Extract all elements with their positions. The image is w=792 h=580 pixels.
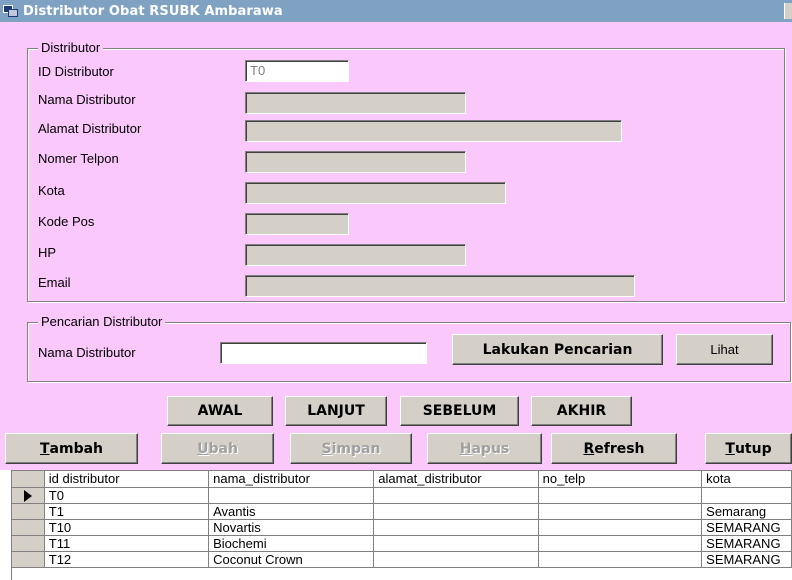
search-nama-label: Nama Distributor: [38, 345, 136, 360]
table-cell[interactable]: T12: [44, 551, 210, 568]
sebelum-button[interactable]: SEBELUM: [400, 396, 519, 426]
table-cell[interactable]: T1: [44, 503, 210, 520]
nama-distributor-field[interactable]: [245, 92, 466, 114]
table-cell[interactable]: [701, 487, 792, 504]
alamat-distributor-label: Alamat Distributor: [38, 121, 142, 136]
table-cell[interactable]: [373, 519, 539, 536]
table-row[interactable]: T12 Coconut Crown SEMARANG: [12, 551, 792, 568]
tutup-mnemonic: T: [725, 440, 735, 457]
lakukan-pencarian-button[interactable]: Lakukan Pencarian: [452, 334, 663, 365]
simpan-button[interactable]: Simpan: [290, 433, 412, 464]
nomer-telpon-field[interactable]: [245, 151, 466, 173]
window-title: Distributor Obat RSUBK Ambarawa: [23, 3, 283, 19]
table-cell[interactable]: [208, 487, 375, 504]
column-header[interactable]: nama_distributor: [208, 471, 375, 488]
email-label: Email: [38, 275, 71, 290]
lihat-button[interactable]: Lihat: [676, 334, 773, 365]
column-header[interactable]: alamat_distributor: [373, 471, 539, 488]
window-control-button[interactable]: [784, 3, 792, 19]
table-cell[interactable]: [373, 503, 539, 520]
search-legend: Pencarian Distributor: [38, 314, 166, 329]
table-cell[interactable]: [373, 487, 539, 504]
refresh-button[interactable]: Refresh: [551, 433, 677, 464]
table-cell[interactable]: SEMARANG: [701, 551, 792, 568]
table-cell[interactable]: Semarang: [701, 503, 792, 520]
nomer-telpon-label: Nomer Telpon: [38, 151, 119, 166]
refresh-label: efresh: [594, 440, 645, 457]
table-cell[interactable]: Novartis: [208, 519, 375, 536]
row-selector[interactable]: [12, 535, 45, 552]
table-row[interactable]: T11 Biochemi SEMARANG: [12, 535, 792, 552]
tutup-label: utup: [734, 440, 772, 457]
row-selector[interactable]: [12, 487, 45, 504]
nama-distributor-label: Nama Distributor: [38, 92, 136, 107]
search-nama-input[interactable]: [220, 342, 427, 364]
hapus-label: apus: [471, 440, 510, 457]
table-cell[interactable]: [538, 487, 703, 504]
table-cell[interactable]: [538, 535, 703, 552]
tambah-label: ambah: [49, 440, 104, 457]
distributor-data-grid[interactable]: id distributor nama_distributor alamat_d…: [11, 470, 792, 580]
column-header[interactable]: kota: [701, 471, 792, 488]
table-cell[interactable]: [538, 503, 703, 520]
email-field[interactable]: [245, 275, 635, 297]
akhir-button[interactable]: AKHIR: [531, 396, 632, 426]
tutup-button[interactable]: Tutup: [705, 433, 792, 464]
table-row[interactable]: T10 Novartis SEMARANG: [12, 519, 792, 536]
table-cell[interactable]: Coconut Crown: [208, 551, 375, 568]
table-row[interactable]: T0: [12, 487, 792, 504]
ubah-mnemonic: U: [197, 440, 209, 457]
row-selector[interactable]: [12, 519, 45, 536]
lanjut-button[interactable]: LANJUT: [285, 396, 387, 426]
kode-pos-field[interactable]: [245, 213, 349, 235]
tambah-mnemonic: T: [39, 440, 50, 457]
hp-label: HP: [38, 245, 57, 260]
table-header-row: id distributor nama_distributor alamat_d…: [12, 471, 792, 488]
simpan-label: impan: [331, 440, 381, 457]
column-header[interactable]: id distributor: [44, 471, 210, 488]
table-cell[interactable]: T10: [44, 519, 210, 536]
row-selector[interactable]: [12, 551, 45, 568]
hapus-button[interactable]: Hapus: [427, 433, 542, 464]
row-selector-header: [12, 471, 45, 488]
ubah-label: bah: [208, 440, 238, 457]
ubah-button[interactable]: Ubah: [161, 433, 274, 464]
title-bar: Distributor Obat RSUBK Ambarawa: [0, 0, 792, 22]
table-cell[interactable]: T0: [44, 487, 210, 504]
kota-label: Kota: [38, 183, 65, 198]
row-selector[interactable]: [12, 503, 45, 520]
kota-field[interactable]: [245, 182, 506, 204]
table-cell[interactable]: SEMARANG: [701, 535, 792, 552]
alamat-distributor-field[interactable]: [245, 120, 622, 142]
tambah-button[interactable]: Tambah: [5, 433, 138, 464]
distributor-legend: Distributor: [38, 40, 104, 55]
kode-pos-label: Kode Pos: [38, 214, 95, 229]
id-distributor-field[interactable]: T0: [245, 60, 349, 82]
table-cell[interactable]: [373, 551, 539, 568]
hapus-mnemonic: H: [459, 440, 472, 457]
hp-field[interactable]: [245, 244, 466, 266]
table-cell[interactable]: Biochemi: [208, 535, 375, 552]
table-cell[interactable]: [538, 551, 703, 568]
table-cell[interactable]: [538, 519, 703, 536]
table-cell[interactable]: T11: [44, 535, 210, 552]
awal-button[interactable]: AWAL: [167, 396, 273, 426]
column-header[interactable]: no_telp: [538, 471, 703, 488]
table-row[interactable]: T1 Avantis Semarang: [12, 503, 792, 520]
simpan-mnemonic: S: [321, 440, 332, 457]
id-distributor-label: ID Distributor: [38, 64, 114, 79]
table-cell[interactable]: Avantis: [208, 503, 375, 520]
refresh-mnemonic: R: [583, 440, 595, 457]
table-cell[interactable]: [373, 535, 539, 552]
app-window-icon: [3, 4, 19, 18]
table-cell[interactable]: SEMARANG: [701, 519, 792, 536]
distributor-table: id distributor nama_distributor alamat_d…: [12, 471, 792, 568]
form-area: Distributor ID Distributor T0 Nama Distr…: [0, 22, 792, 470]
current-row-arrow-icon: [23, 490, 32, 502]
